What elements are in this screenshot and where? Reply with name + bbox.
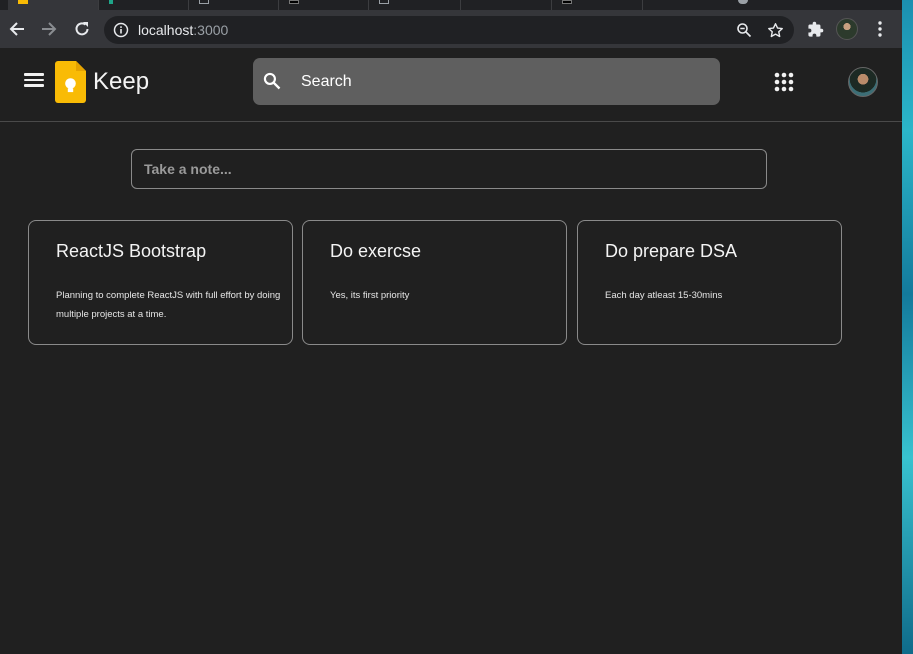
tab-favicon — [289, 0, 299, 4]
take-note-box[interactable] — [131, 149, 767, 189]
url-text[interactable]: localhost:3000 — [138, 22, 228, 38]
page-icon — [379, 0, 389, 4]
forward-icon — [42, 22, 57, 36]
note-card[interactable]: Do exercse Yes, its first priority — [302, 220, 567, 345]
tab-favicon — [562, 0, 572, 4]
app-header: Keep Search — [0, 48, 902, 122]
note-content: Each day atleast 15-30mins — [605, 290, 723, 301]
extensions-button[interactable] — [801, 15, 829, 43]
take-note-input[interactable] — [132, 150, 766, 188]
extensions-icon — [807, 21, 823, 37]
tab[interactable] — [278, 0, 368, 10]
main-menu-button[interactable] — [22, 70, 46, 94]
profile-avatar — [836, 18, 858, 40]
search-bar[interactable]: Search — [253, 58, 720, 105]
back-button[interactable] — [3, 15, 31, 43]
desktop-background — [902, 0, 913, 654]
apps-grid-icon — [774, 72, 794, 92]
reload-button[interactable] — [68, 15, 96, 43]
url-host: localhost — [138, 22, 194, 38]
menu-icon — [878, 21, 882, 37]
info-icon[interactable] — [113, 22, 129, 38]
browser-toolbar: localhost:3000 — [0, 10, 902, 48]
tab[interactable] — [551, 0, 642, 10]
tab[interactable] — [642, 0, 802, 10]
url-port: :3000 — [193, 22, 229, 38]
tab[interactable] — [188, 0, 278, 10]
keep-favicon — [18, 0, 28, 4]
page-icon — [199, 0, 209, 4]
hamburger-line — [24, 84, 44, 87]
tab-favicon — [738, 0, 748, 4]
note-title: ReactJS Bootstrap — [56, 241, 207, 261]
note-content: Planning to complete ReactJS with full e… — [56, 290, 281, 320]
note-card[interactable]: Do prepare DSA Each day atleast 15-30min… — [577, 220, 842, 345]
profile-button[interactable] — [833, 15, 861, 43]
note-content: Yes, its first priority — [330, 290, 410, 301]
note-title: Do exercse — [330, 241, 422, 261]
note-title: Do prepare DSA — [605, 241, 738, 261]
browser-menu-button[interactable] — [866, 15, 894, 43]
search-icon[interactable] — [262, 71, 282, 91]
keep-logo-icon — [55, 61, 86, 103]
tab[interactable] — [368, 0, 460, 10]
tab[interactable] — [460, 0, 551, 10]
tab-favicon — [109, 0, 113, 4]
tab-strip — [0, 0, 902, 10]
zoom-button[interactable] — [735, 21, 753, 39]
user-avatar[interactable] — [848, 67, 878, 97]
apps-button[interactable] — [772, 70, 796, 94]
browser-window: localhost:3000 Keep Search Take a note..… — [0, 0, 902, 654]
tab[interactable] — [98, 0, 188, 10]
zoom-icon — [737, 23, 752, 38]
address-bar[interactable]: localhost:3000 — [104, 16, 794, 44]
back-icon — [9, 22, 24, 36]
hamburger-line — [24, 78, 44, 81]
tab-active[interactable] — [8, 0, 98, 10]
star-icon — [767, 22, 783, 37]
search-label: Search — [301, 73, 352, 90]
note-card[interactable]: ReactJS Bootstrap Planning to complete R… — [28, 220, 293, 345]
bookmark-button[interactable] — [766, 21, 784, 39]
hamburger-icon — [24, 73, 44, 76]
reload-icon — [75, 22, 89, 36]
forward-button[interactable] — [35, 15, 63, 43]
app-title: Keep — [93, 68, 150, 95]
